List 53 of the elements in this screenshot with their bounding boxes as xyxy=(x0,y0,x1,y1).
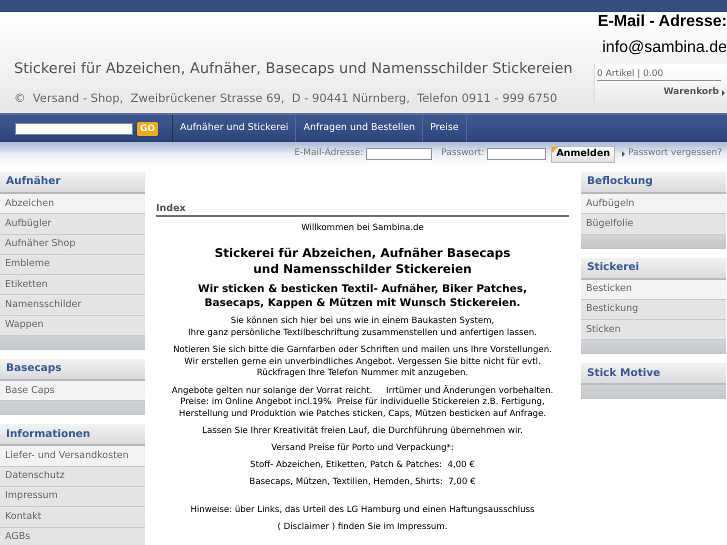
corner-icon xyxy=(552,146,558,152)
login-button[interactable]: Anmelden xyxy=(551,146,616,162)
box-header: Stickerei xyxy=(581,258,726,280)
body-text: Hinweise: über Links, das Urteil des LG Hamburg und einen Haftungsausschluss xyxy=(190,505,535,516)
site-title: Stickerei für Abzeichen, Aufnäher, Basecaps und Namensschilder Stickereien xyxy=(14,60,574,79)
triangle-icon xyxy=(722,90,725,96)
body-text: Stoff- Abzeichen, Etiketten, Patch & Patches: 4,00 € xyxy=(250,460,475,471)
sidebar-item[interactable]: Wappen xyxy=(0,316,145,336)
sidebar-item[interactable]: Etiketten xyxy=(0,275,145,296)
triangle-icon xyxy=(622,151,626,157)
paragraph: Notieren Sie sich bitte die Garnfarben oder Schriften und mailen uns Ihre Vorstellungen. Wir erstellen gerne ein unverbindliches Angebot. Vergessen Sie bitte nicht für evtl. Rückfragen Ihre Telefon Nummer mit anzugeben. xyxy=(173,345,552,380)
paragraph: Angebote gelten nur solange der Vorrat reicht. Irrtümer und Änderungen vorbehalten. Preise: im Online Angebot incl.19% Preise für individuelle Stickereien z.B. Fertigung, Herstellung und Produktion wie Patches sticken, Caps, Mützen besticken auf Anfrage. xyxy=(172,386,554,420)
main-heading: Stickerei für Abzeichen, Aufnäher Basecaps und Namensschilder Stickereien xyxy=(214,245,510,277)
sidebar-item[interactable]: Sticken xyxy=(581,320,726,340)
box-header: Stick Motive xyxy=(581,363,726,386)
sidebar-item[interactable]: Embleme xyxy=(0,254,145,276)
body-text: Versand Preise für Porto und Verpackung*: xyxy=(271,443,454,454)
body-text: Willkommen bei Sambina.de xyxy=(301,223,424,234)
body-text: ( Disclaimer ) finden Sie im Impressum. xyxy=(278,522,448,533)
sidebar-item[interactable]: Abzeichen xyxy=(0,194,145,214)
cart-link[interactable]: Warenkorb xyxy=(664,86,727,100)
forgot-password-link[interactable]: Passwort vergessen? xyxy=(622,147,722,161)
email-field[interactable] xyxy=(366,148,432,160)
search-field[interactable] xyxy=(15,122,133,134)
sidebar-item[interactable]: Namensschilder xyxy=(0,295,145,316)
box-header: Basecaps xyxy=(0,359,145,382)
breadcrumb: Index xyxy=(156,203,569,217)
sidebar-item[interactable]: Kontakt xyxy=(0,507,145,528)
sidebar-item[interactable]: Liefer- und Versandkosten xyxy=(0,446,145,467)
paragraph: Sie können sich hier bei uns wie in einem Baukasten System, Ihre ganz persönliche Textilbeschriftung zusammenstellen und anfertigen lassen. xyxy=(188,316,537,339)
password-field-label: Passwort: xyxy=(441,147,484,160)
sidebar-item[interactable]: AGBs xyxy=(0,528,145,545)
password-field[interactable] xyxy=(487,148,546,160)
box-header: Aufnäher xyxy=(0,172,145,194)
sidebar-item[interactable]: Besticken xyxy=(581,280,726,300)
email-field-label: E-Mail-Adresse: xyxy=(294,147,364,160)
box-header: Informationen xyxy=(0,424,145,446)
sidebar-item[interactable]: Aufbügeln xyxy=(581,194,726,214)
sidebar-item[interactable]: Impressum xyxy=(0,486,145,508)
sidebar-item[interactable]: Datenschutz xyxy=(0,466,145,487)
body-text: Basecaps, Mützen, Textilien, Hemden, Shirts: 7,00 € xyxy=(249,477,476,488)
sidebar-item[interactable]: Aufnäher Shop xyxy=(0,234,145,255)
body-text: Lassen Sie Ihrer Kreativität freien Lauf, die Durchführung übernehmen wir. xyxy=(202,426,523,437)
email-address: info@sambina.de xyxy=(602,38,727,58)
address-text: © Versand - Shop, Zweibrückener Strasse 69, D - 90441 Nürnberg, Telefon 0911 - 999 6750 xyxy=(14,90,558,107)
email-label: E-Mail - Adresse: xyxy=(598,12,727,32)
sidebar-item[interactable]: Base Caps xyxy=(0,381,145,402)
sidebar-item[interactable]: Bestickung xyxy=(581,300,726,320)
cart-summary: 0 Artikel | 0.00 xyxy=(597,68,721,81)
sidebar-item[interactable]: Aufbügler xyxy=(0,214,145,235)
box-header: Beflockung xyxy=(581,172,726,194)
sidebar-item[interactable]: Bügelfolie xyxy=(581,214,726,235)
subheading: Wir sticken & besticken Textil- Aufnäher, Biker Patches, Basecaps, Kappen & Mützen mit Wunsch Stickereien. xyxy=(198,282,527,310)
